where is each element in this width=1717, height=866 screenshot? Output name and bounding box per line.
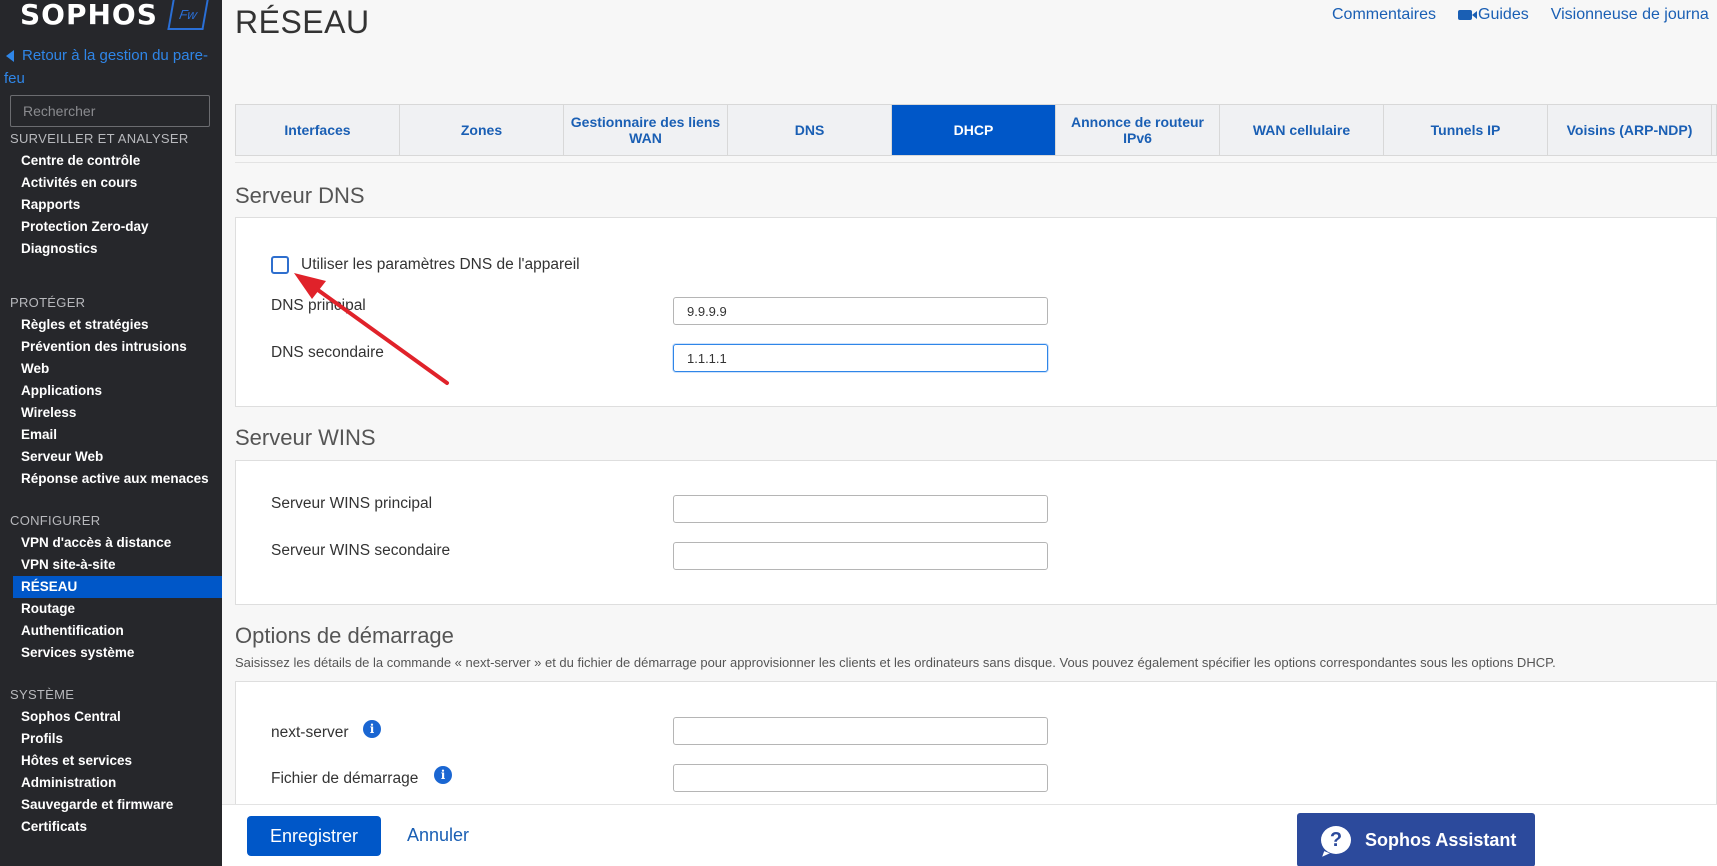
secondary-dns-input[interactable] [673, 344, 1048, 372]
secondary-wins-label: Serveur WINS secondaire [271, 542, 451, 559]
nav-heading: CONFIGURER [10, 513, 101, 528]
sidebar-search [10, 95, 210, 127]
assistant-label: Sophos Assistant [1365, 829, 1517, 850]
tab-interfaces[interactable]: Interfaces [236, 105, 400, 155]
sidebar-item-network[interactable]: RÉSEAU [13, 576, 222, 598]
sidebar-item-profiles[interactable]: Profils [0, 728, 222, 750]
sidebar-item-certificates[interactable]: Certificats [0, 816, 222, 838]
log-viewer-link[interactable]: Visionneuse de journa [1551, 6, 1709, 24]
boot-options-title: Options de démarrage [235, 623, 454, 648]
tab-dns[interactable]: DNS [728, 105, 892, 155]
secondary-dns-label: DNS secondaire [271, 344, 384, 361]
tab-neighbors[interactable]: Voisins (ARP-NDP) [1548, 105, 1712, 155]
primary-dns-label: DNS principal [271, 297, 366, 314]
sidebar-item-backup-firmware[interactable]: Sauvegarde et firmware [0, 794, 222, 816]
sidebar-item-web[interactable]: Web [0, 358, 222, 380]
nav-heading: PROTÉGER [10, 295, 86, 310]
sidebar-item-email[interactable]: Email [0, 424, 222, 446]
sidebar-item-rules[interactable]: Règles et stratégies [0, 314, 222, 336]
nav-heading: SURVEILLER ET ANALYSER [10, 131, 189, 146]
nav-section-system: SYSTÈME Sophos Central Profils Hôtes et … [0, 684, 222, 838]
info-icon[interactable]: i [434, 766, 452, 784]
sidebar-item-intrusion-prevention[interactable]: Prévention des intrusions [0, 336, 222, 358]
search-input[interactable] [23, 103, 204, 119]
nav-heading: SYSTÈME [10, 687, 75, 702]
boot-options-panel: next-server i Fichier de démarrage i [235, 681, 1717, 821]
primary-dns-input[interactable] [673, 297, 1048, 325]
dns-server-title: Serveur DNS [235, 183, 365, 208]
tab-ip-tunnels[interactable]: Tunnels IP [1384, 105, 1548, 155]
boot-options-description: Saisissez les détails de la commande « n… [235, 655, 1556, 670]
guides-link[interactable]: Guides [1458, 6, 1529, 24]
sidebar-item-threat-response[interactable]: Réponse active aux menaces [0, 468, 222, 490]
sidebar-item-current-activities[interactable]: Activités en cours [0, 172, 222, 194]
nav-section-configure: CONFIGURER VPN d'accès à distance VPN si… [0, 510, 222, 664]
sidebar-item-applications[interactable]: Applications [0, 380, 222, 402]
feedback-link[interactable]: Commentaires [1332, 6, 1436, 24]
next-server-input[interactable] [673, 717, 1048, 745]
sidebar-item-sophos-central[interactable]: Sophos Central [0, 706, 222, 728]
primary-wins-input[interactable] [673, 495, 1048, 523]
page-title: RÉSEAU [235, 4, 370, 40]
boot-file-input[interactable] [673, 764, 1048, 792]
network-tabs: Interfaces Zones Gestionnaire des liens … [235, 104, 1717, 156]
sidebar-item-diagnostics[interactable]: Diagnostics [0, 238, 222, 260]
tab-ipv6-router-advertisement[interactable]: Annonce de routeur IPv6 [1056, 105, 1220, 155]
back-link-label: Retour à la gestion du pare-feu [4, 47, 208, 87]
nav-section-monitor: SURVEILLER ET ANALYSER Centre de contrôl… [0, 128, 222, 260]
sidebar-item-wireless[interactable]: Wireless [0, 402, 222, 424]
tab-cellular-wan[interactable]: WAN cellulaire [1220, 105, 1384, 155]
sidebar-item-site-vpn[interactable]: VPN site-à-site [0, 554, 222, 576]
next-server-label: next-server [271, 724, 349, 741]
use-device-dns-checkbox[interactable] [271, 256, 289, 274]
wins-server-panel: Serveur WINS principal Serveur WINS seco… [235, 460, 1717, 605]
tab-wan-link-manager[interactable]: Gestionnaire des liens WAN [564, 105, 728, 155]
wins-server-title: Serveur WINS [235, 425, 376, 450]
sidebar-item-system-services[interactable]: Services système [0, 642, 222, 664]
sophos-logo: SOPHOS Fw [20, 0, 209, 31]
footer-bar: Enregistrer Annuler ? Sophos Assistant [222, 804, 1717, 866]
sidebar-item-reports[interactable]: Rapports [0, 194, 222, 216]
sophos-assistant-button[interactable]: ? Sophos Assistant [1297, 813, 1535, 866]
sidebar-item-remote-vpn[interactable]: VPN d'accès à distance [0, 532, 222, 554]
guides-label: Guides [1478, 6, 1529, 23]
sidebar-item-web-server[interactable]: Serveur Web [0, 446, 222, 468]
nav-section-protect: PROTÉGER Règles et stratégies Prévention… [0, 292, 222, 490]
sidebar-item-hosts-services[interactable]: Hôtes et services [0, 750, 222, 772]
tab-zones[interactable]: Zones [400, 105, 564, 155]
sidebar-item-administration[interactable]: Administration [0, 772, 222, 794]
save-button[interactable]: Enregistrer [247, 816, 381, 856]
info-icon[interactable]: i [363, 720, 381, 738]
caret-left-icon [6, 50, 14, 63]
primary-wins-label: Serveur WINS principal [271, 495, 433, 512]
sidebar-item-authentication[interactable]: Authentification [0, 620, 222, 642]
video-camera-icon [1458, 10, 1478, 20]
fw-badge: Fw [167, 0, 209, 30]
sidebar-item-zero-day[interactable]: Protection Zero-day [0, 216, 222, 238]
dns-server-panel: Utiliser les paramètres DNS de l'apparei… [235, 217, 1717, 407]
logo-text: SOPHOS [20, 0, 158, 31]
tab-dhcp[interactable]: DHCP [892, 105, 1056, 155]
sidebar-item-control-center[interactable]: Centre de contrôle [0, 150, 222, 172]
back-to-firewall-link[interactable]: Retour à la gestion du pare-feu [0, 44, 220, 90]
cancel-button[interactable]: Annuler [407, 825, 469, 846]
boot-file-label: Fichier de démarrage [271, 770, 419, 787]
divider [235, 162, 1717, 163]
top-links: Commentaires Guides Visionneuse de journ… [1332, 6, 1717, 24]
help-chat-icon: ? [1321, 826, 1351, 854]
secondary-wins-input[interactable] [673, 542, 1048, 570]
sidebar-item-routing[interactable]: Routage [0, 598, 222, 620]
sidebar: SOPHOS Fw Retour à la gestion du pare-fe… [0, 0, 222, 866]
use-device-dns-label: Utiliser les paramètres DNS de l'apparei… [301, 256, 580, 273]
